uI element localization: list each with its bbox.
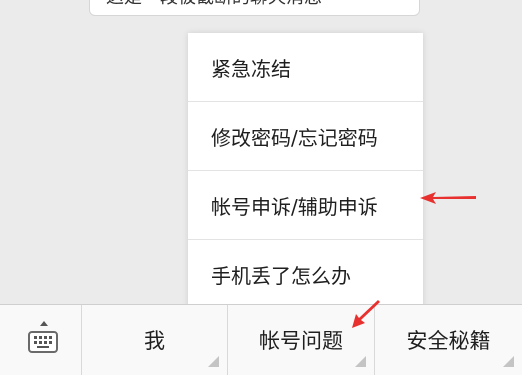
keyboard-toggle-button[interactable] — [0, 305, 82, 375]
menu-item-lost-phone[interactable]: 手机丢了怎么办 — [188, 240, 423, 309]
submenu-indicator-icon — [208, 356, 219, 367]
tab-security-tips[interactable]: 安全秘籍 — [375, 305, 522, 375]
account-submenu: 紧急冻结 修改密码/忘记密码 帐号申诉/辅助申诉 手机丢了怎么办 — [188, 33, 423, 309]
caret-up-icon — [40, 321, 48, 326]
menu-item-change-password[interactable]: 修改密码/忘记密码 — [188, 102, 423, 171]
submenu-indicator-icon — [503, 356, 514, 367]
message-text: 这是一段被截断的聊天消息 — [106, 0, 322, 9]
menu-item-label: 手机丢了怎么办 — [211, 264, 351, 288]
tab-me[interactable]: 我 — [82, 305, 228, 375]
menu-item-label: 修改密码/忘记密码 — [211, 125, 378, 150]
bottom-menu-bar: 我 帐号问题 安全秘籍 — [0, 304, 522, 375]
tab-label: 我 — [144, 329, 165, 353]
menu-item-label: 紧急冻结 — [211, 56, 291, 81]
submenu-indicator-icon — [355, 356, 366, 367]
tab-label: 安全秘籍 — [406, 329, 491, 353]
menu-item-emergency-freeze[interactable]: 紧急冻结 — [188, 33, 423, 102]
tab-label: 帐号问题 — [259, 329, 343, 353]
message-bubble: 这是一段被截断的聊天消息 — [89, 0, 420, 16]
menu-item-label: 帐号申诉/辅助申诉 — [211, 194, 378, 219]
keyboard-icon — [28, 331, 58, 353]
menu-item-account-appeal[interactable]: 帐号申诉/辅助申诉 — [188, 171, 423, 240]
tab-account-issues[interactable]: 帐号问题 — [228, 305, 375, 375]
